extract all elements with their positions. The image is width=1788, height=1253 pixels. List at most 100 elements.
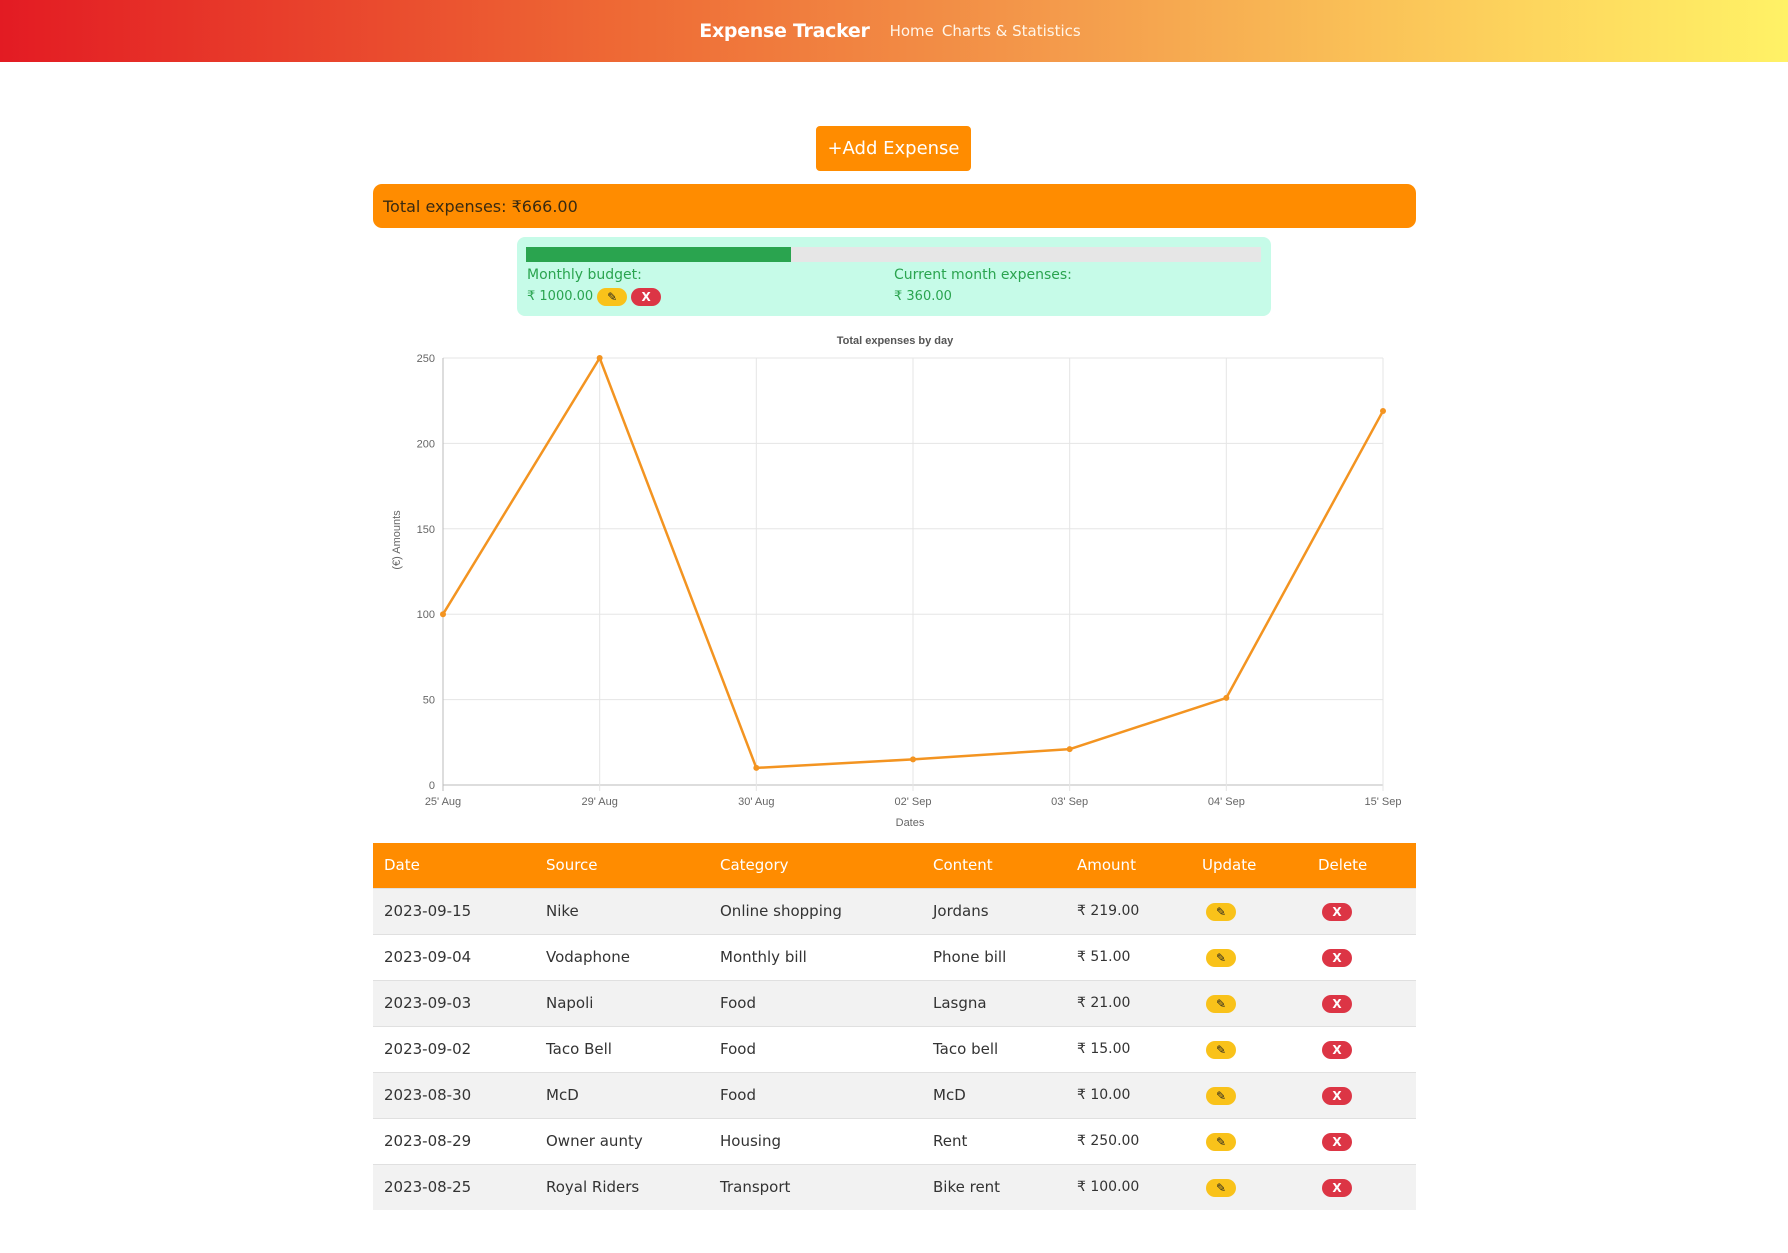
cell-delete: X	[1307, 980, 1416, 1026]
table-row: 2023-08-25 Royal Riders Transport Bike rent…	[373, 1164, 1416, 1210]
cell-update: ✎	[1191, 888, 1307, 934]
pencil-icon: ✎	[1215, 996, 1227, 1011]
brand-link[interactable]: Expense Tracker	[699, 20, 870, 42]
cell-category: Online shopping	[720, 902, 842, 920]
cell-delete: X	[1307, 1072, 1416, 1118]
x-tick-label: 02' Sep	[895, 796, 932, 808]
cell-source: Royal Riders	[546, 1178, 640, 1197]
add-expense-button[interactable]: +Add Expense	[816, 126, 971, 171]
cell-category: Monthly bill	[720, 948, 807, 966]
cell-source: Vodaphone	[546, 948, 630, 966]
total-expenses-bar: Total expenses: ₹666.00	[373, 184, 1416, 228]
nav-link-home[interactable]: Home	[890, 22, 934, 40]
y-tick-label: 0	[429, 780, 435, 792]
column-header-amount: Amount	[1077, 856, 1136, 875]
table-row: 2023-09-15 Nike Online shopping Jordans ₹ 21…	[373, 888, 1416, 934]
cell-date: 2023-08-25	[384, 1178, 472, 1197]
delete-row-button[interactable]: X	[1322, 1040, 1352, 1059]
close-icon: X	[1332, 950, 1342, 965]
cell-update: ✎	[1191, 1118, 1307, 1164]
close-icon: X	[1332, 904, 1342, 919]
cell-date: 2023-08-29	[384, 1132, 472, 1150]
y-axis-ticks: 0 50 100 150 200 250	[417, 353, 435, 792]
cell-category: Transport	[720, 1178, 791, 1197]
cell-update: ✎	[1191, 980, 1307, 1026]
cell-content: Jordans	[933, 902, 989, 920]
data-point[interactable]	[596, 355, 603, 361]
y-tick-label: 100	[417, 609, 435, 621]
edit-row-button[interactable]: ✎	[1206, 994, 1236, 1013]
cell-amount: ₹ 219.00	[1077, 903, 1140, 919]
x-tick-label: 30' Aug	[738, 796, 774, 808]
monthly-budget-block: Monthly budget: ₹ 1000.00 ✎ X	[527, 265, 662, 309]
cell-content: Bike rent	[933, 1178, 1001, 1197]
column-header-content: Content	[933, 856, 993, 875]
delete-budget-button[interactable]: X	[631, 288, 662, 306]
delete-row-button[interactable]: X	[1322, 1086, 1352, 1105]
data-point[interactable]	[1380, 407, 1386, 414]
total-expenses-text: Total expenses: ₹666.00	[383, 196, 578, 216]
cell-date: 2023-09-04	[384, 948, 472, 966]
cell-update: ✎	[1191, 1164, 1307, 1210]
column-header-source: Source	[546, 856, 598, 875]
y-tick-label: 150	[417, 524, 435, 536]
edit-row-button[interactable]: ✎	[1206, 1132, 1236, 1151]
cell-amount: ₹ 15.00	[1077, 1041, 1131, 1057]
cell-delete: X	[1307, 1164, 1416, 1210]
column-header-category: Category	[720, 856, 789, 875]
table-row: 2023-09-03 Napoli Food Lasgna ₹ 21.00 ✎ X	[373, 980, 1416, 1026]
delete-row-button[interactable]: X	[1322, 994, 1352, 1013]
column-header-delete: Delete	[1318, 856, 1368, 875]
cell-content: Rent	[933, 1132, 968, 1150]
pencil-icon: ✎	[1215, 1134, 1227, 1149]
data-point[interactable]	[1223, 694, 1230, 701]
close-icon: X	[1332, 1088, 1342, 1103]
current-month-label: Current month expenses:	[894, 267, 1072, 283]
current-month-value: ₹ 360.00	[894, 289, 952, 304]
cell-update: ✎	[1191, 934, 1307, 980]
edit-row-button[interactable]: ✎	[1206, 902, 1236, 921]
table-header-row: Date Source Category Content Amount Update Del…	[373, 843, 1416, 888]
data-point[interactable]	[1066, 746, 1073, 753]
close-icon: X	[1332, 1042, 1342, 1057]
cell-date: 2023-09-03	[384, 994, 472, 1012]
cell-delete: X	[1307, 1026, 1416, 1072]
cell-amount: ₹ 100.00	[1077, 1179, 1140, 1196]
pencil-icon: ✎	[607, 290, 618, 304]
cell-source: Napoli	[546, 994, 594, 1012]
edit-row-button[interactable]: ✎	[1206, 1040, 1236, 1059]
cell-source: Nike	[546, 902, 579, 920]
delete-row-button[interactable]: X	[1322, 1178, 1352, 1197]
delete-row-button[interactable]: X	[1322, 902, 1352, 921]
cell-amount: ₹ 10.00	[1077, 1087, 1131, 1103]
data-point[interactable]	[910, 756, 916, 763]
pencil-icon: ✎	[1215, 1088, 1227, 1103]
cell-amount: ₹ 21.00	[1077, 995, 1131, 1011]
x-axis-ticks: 25' Aug 29' Aug 30' Aug 02' Sep 03' Sep 04' S…	[425, 796, 1402, 808]
x-tick-label: 25' Aug	[425, 796, 461, 808]
x-tick-label: 03' Sep	[1051, 796, 1088, 808]
monthly-budget-label: Monthly budget:	[527, 267, 642, 283]
pencil-icon: ✎	[1215, 904, 1227, 919]
cell-date: 2023-09-02	[384, 1040, 472, 1058]
edit-row-button[interactable]: ✎	[1206, 1086, 1236, 1105]
close-icon: X	[1332, 1134, 1342, 1149]
monthly-budget-value-row: ₹ 1000.00 ✎ X	[527, 285, 662, 309]
x-tick-label: 29' Aug	[581, 796, 617, 808]
delete-row-button[interactable]: X	[1322, 1132, 1352, 1151]
nav-link-charts[interactable]: Charts & Statistics	[942, 22, 1081, 40]
chart-grid	[442, 357, 1384, 791]
edit-row-button[interactable]: ✎	[1206, 948, 1236, 967]
delete-row-button[interactable]: X	[1322, 948, 1352, 967]
cell-category: Housing	[720, 1132, 781, 1150]
cell-amount: ₹ 51.00	[1077, 949, 1131, 965]
column-header-date: Date	[384, 856, 420, 875]
current-month-block: Current month expenses: ₹ 360.00	[894, 265, 1072, 309]
data-point[interactable]	[753, 764, 760, 771]
cell-source: Taco Bell	[546, 1040, 612, 1058]
edit-budget-button[interactable]: ✎	[597, 288, 628, 306]
close-icon: X	[641, 290, 651, 304]
edit-row-button[interactable]: ✎	[1206, 1178, 1236, 1197]
data-point[interactable]	[440, 611, 446, 618]
cell-date: 2023-08-30	[384, 1086, 472, 1104]
